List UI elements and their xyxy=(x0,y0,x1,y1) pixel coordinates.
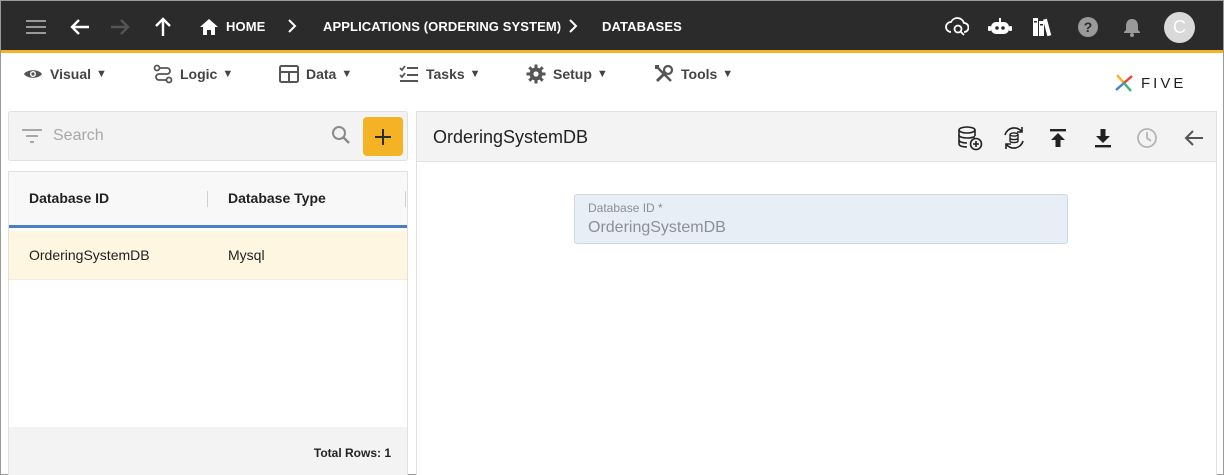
menu-data-label: Data xyxy=(306,66,337,82)
tasks-icon xyxy=(399,65,418,82)
column-divider[interactable] xyxy=(405,191,406,207)
filter-icon[interactable] xyxy=(22,128,42,149)
database-list: Database ID Database Type OrderingSystem… xyxy=(8,171,408,475)
five-logo-icon xyxy=(1115,74,1133,92)
caret-down-icon: ▼ xyxy=(596,68,608,80)
five-logo: FIVE xyxy=(1113,71,1186,95)
list-header: Database ID Database Type xyxy=(9,172,407,228)
database-id-label: Database ID * xyxy=(588,201,663,215)
column-header-database-id[interactable]: Database ID xyxy=(29,190,109,206)
caret-down-icon: ▼ xyxy=(722,68,734,80)
forward-icon[interactable] xyxy=(107,14,133,40)
menu-visual-label: Visual xyxy=(50,66,91,82)
menu-setup[interactable]: Setup ▼ xyxy=(526,63,608,85)
menu-tasks[interactable]: Tasks ▼ xyxy=(399,63,481,85)
plus-icon xyxy=(375,128,391,145)
search-bar xyxy=(8,111,408,161)
database-add-icon[interactable] xyxy=(956,124,984,152)
back-arrow-icon[interactable] xyxy=(1180,124,1208,152)
help-icon[interactable]: ? xyxy=(1075,14,1101,40)
caret-down-icon: ▼ xyxy=(96,68,107,80)
database-id-value: OrderingSystemDB xyxy=(588,219,726,236)
top-bar: HOME APPLICATIONS (ORDERING SYSTEM) DATA… xyxy=(1,1,1223,53)
list-footer: Total Rows: 1 xyxy=(9,427,407,475)
column-header-database-type[interactable]: Database Type xyxy=(228,190,326,206)
cell-database-type: Mysql xyxy=(228,247,265,263)
logic-icon xyxy=(153,64,173,84)
table-row[interactable]: OrderingSystemDB Mysql xyxy=(9,231,407,280)
chevron-right-icon xyxy=(566,17,580,35)
tools-icon xyxy=(655,64,674,83)
caret-down-icon: ▼ xyxy=(469,68,481,80)
menu-tasks-label: Tasks xyxy=(426,66,465,82)
table-icon xyxy=(279,65,299,83)
menu-icon[interactable] xyxy=(23,14,49,40)
library-icon[interactable] xyxy=(1030,14,1056,40)
back-icon[interactable] xyxy=(67,14,93,40)
search-input[interactable] xyxy=(53,123,323,149)
menu-tools[interactable]: Tools ▼ xyxy=(654,63,733,85)
home-icon[interactable] xyxy=(196,14,222,40)
gear-icon xyxy=(526,64,546,84)
menu-setup-label: Setup xyxy=(553,66,592,82)
caret-down-icon: ▼ xyxy=(222,68,234,80)
chatbot-icon[interactable] xyxy=(987,14,1013,40)
up-icon[interactable] xyxy=(150,14,176,40)
chevron-right-icon xyxy=(285,17,299,35)
breadcrumb-home[interactable]: HOME xyxy=(226,19,265,34)
logo-text: FIVE xyxy=(1141,74,1187,92)
detail-header: OrderingSystemDB xyxy=(417,112,1216,162)
history-icon[interactable] xyxy=(1133,124,1161,152)
total-rows: Total Rows: 1 xyxy=(313,446,391,460)
eye-icon xyxy=(24,70,42,78)
menu-visual[interactable]: Visual ▼ xyxy=(23,63,107,85)
breadcrumb-application[interactable]: APPLICATIONS (ORDERING SYSTEM) xyxy=(323,19,561,34)
add-button[interactable] xyxy=(363,117,403,156)
bell-icon[interactable] xyxy=(1119,14,1145,40)
download-icon[interactable] xyxy=(1089,124,1117,152)
upload-icon[interactable] xyxy=(1044,124,1072,152)
cloud-search-icon[interactable] xyxy=(944,14,970,40)
database-id-field[interactable]: Database ID * OrderingSystemDB xyxy=(574,194,1068,244)
menu-logic[interactable]: Logic ▼ xyxy=(153,63,233,85)
menu-bar: Visual ▼ Logic ▼ Data ▼ Tasks ▼ Setup ▼ Tools… xyxy=(1,56,1223,94)
detail-panel: OrderingSystemDB Database ID * OrderingS… xyxy=(416,111,1217,475)
column-divider[interactable] xyxy=(207,191,208,207)
record-title: OrderingSystemDB xyxy=(433,127,589,147)
search-icon[interactable] xyxy=(331,125,351,150)
menu-tools-label: Tools xyxy=(681,66,718,82)
database-sync-icon[interactable] xyxy=(1000,124,1028,152)
menu-data[interactable]: Data ▼ xyxy=(279,63,352,85)
avatar[interactable]: C xyxy=(1164,12,1195,43)
svg-text:?: ? xyxy=(1084,19,1093,35)
breadcrumb-databases: DATABASES xyxy=(602,19,682,34)
caret-down-icon: ▼ xyxy=(341,68,353,80)
cell-database-id: OrderingSystemDB xyxy=(29,247,150,263)
menu-logic-label: Logic xyxy=(180,66,218,82)
